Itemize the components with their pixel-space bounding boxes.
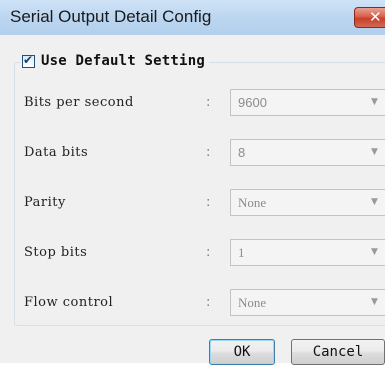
select-value: 8 [238,145,246,160]
select-value: None [238,295,267,310]
chevron-down-icon[interactable]: ▼ [371,297,378,307]
separator: : [206,245,211,260]
checkmark-icon: ✔ [23,52,34,67]
bits-per-second-select[interactable]: 9600 ▼ [230,89,385,116]
select-value: None [238,195,267,210]
chevron-down-icon[interactable]: ▼ [371,147,378,157]
select-value: 1 [238,245,245,260]
title-bar[interactable]: Serial Output Detail Config ✕ [0,0,385,35]
chevron-down-icon[interactable]: ▼ [371,247,378,257]
serial-output-config-dialog: Serial Output Detail Config ✕ ✔ Use Defa… [0,0,385,365]
parity-label: Parity [24,195,66,210]
data-bits-label: Data bits [24,145,89,160]
checkbox-box[interactable]: ✔ [22,52,35,68]
data-bits-select[interactable]: 8 ▼ [230,139,385,166]
flow-control-label: Flow control [24,295,114,310]
select-value: 9600 [238,95,267,110]
flow-control-select[interactable]: None ▼ [230,289,385,316]
parity-select[interactable]: None ▼ [230,189,385,216]
chevron-down-icon[interactable]: ▼ [371,97,378,107]
use-default-setting-label: Use Default Setting [41,53,205,69]
separator: : [206,145,211,160]
chevron-down-icon[interactable]: ▼ [371,197,378,207]
close-icon: ✕ [369,8,382,26]
cancel-button[interactable]: Cancel [291,339,385,365]
close-button[interactable]: ✕ [354,7,385,28]
bits-per-second-label: Bits per second [24,95,134,110]
separator: : [206,195,211,210]
use-default-setting-checkbox[interactable]: ✔ Use Default Setting [20,51,209,71]
stop-bits-select[interactable]: 1 ▼ [230,239,385,266]
separator: : [206,95,211,110]
ok-button[interactable]: OK [209,339,275,365]
stop-bits-label: Stop bits [24,245,88,260]
separator: : [206,295,211,310]
window-title: Serial Output Detail Config [10,7,212,26]
